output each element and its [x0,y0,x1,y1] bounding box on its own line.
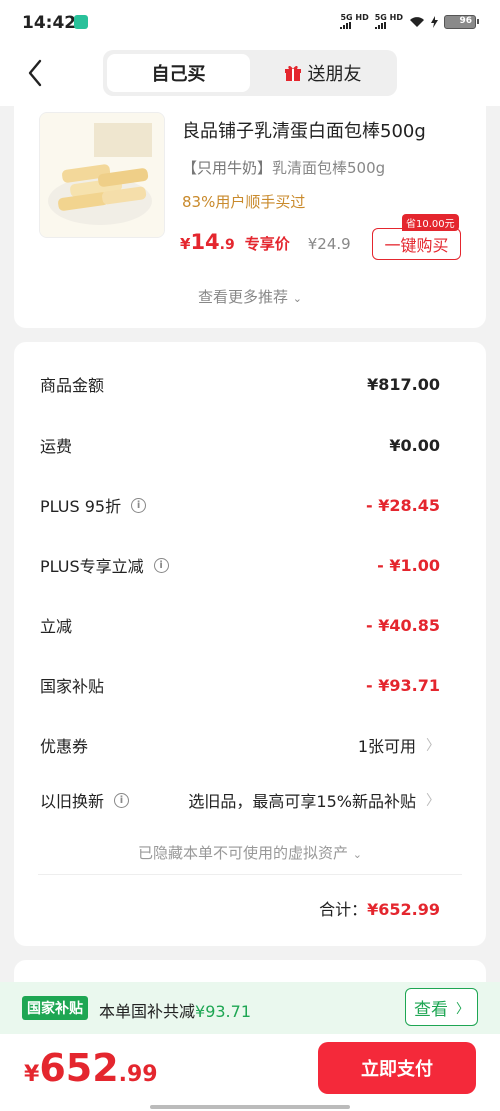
one-click-buy-button[interactable]: 一键购买 [372,228,461,260]
recommendation-card: 良品铺子乳清蛋白面包棒500g 【只用牛奶】乳清面包棒500g 83%用户顺手买… [14,100,486,328]
order-summary-card: 商品金额 ¥817.00 运费 ¥0.00 PLUS 95折 i - ¥28.4… [14,342,486,946]
summary-row-plus-reduction: PLUS专享立减 i - ¥1.00 [40,550,440,580]
wifi-icon [410,16,424,27]
home-indicator[interactable] [150,1105,350,1109]
product-price: ¥ 14 .9 专享价 ¥24.9 [180,230,351,254]
status-bar: 14:42 5G HD 5G HD 96 [0,0,500,46]
header: 自己买 送朋友 [0,46,500,106]
row-label: 国家补贴 [40,677,105,696]
payable-currency: ¥ [24,1062,40,1087]
chevron-right-icon: 〉 [455,1001,469,1017]
row-value: - ¥93.71 [366,675,440,695]
row-value: ¥817.00 [367,374,440,394]
product-title[interactable]: 良品铺子乳清蛋白面包棒500g [182,117,426,143]
row-label: PLUS 95折 [40,497,122,516]
summary-row-instant-reduction: 立减 - ¥40.85 [40,610,440,640]
row-value: - ¥28.45 [366,495,440,515]
payable-amount: ¥ 652 .99 [24,1046,158,1090]
more-recommendations-label: 查看更多推荐 [197,288,288,306]
order-total: 合计：¥652.99 [319,896,440,920]
row-value: 选旧品，最高可享15%新品补贴 [188,792,416,811]
hidden-assets-toggle[interactable]: 已隐藏本单不可使用的虚拟资产 ⌄ [14,842,486,863]
summary-row-plus-discount: PLUS 95折 i - ¥28.45 [40,490,440,520]
divider [38,874,462,875]
price-integer: 14 [190,230,220,254]
purchase-mode-switch: 自己买 送朋友 [103,50,397,96]
more-recommendations-link[interactable]: 查看更多推荐 ⌄ [14,286,486,307]
tab-gift-friend-label: 送朋友 [307,64,362,85]
row-label: 商品金额 [40,376,105,395]
price-decimal: .9 [219,237,235,253]
row-label: 优惠券 [40,737,89,756]
savings-badge: 省10.00元 [402,214,459,231]
row-value: 1张可用 [357,737,416,756]
payable-integer: 652 [39,1046,119,1090]
summary-row-national-subsidy: 国家补贴 - ¥93.71 [40,670,440,700]
product-buyers-rate: 83%用户顺手买过 [182,193,306,211]
row-label: 立减 [40,617,73,636]
gift-icon [284,65,301,81]
coupon-value: 1张可用 〉 [358,733,440,757]
national-subsidy-bar: 国家补贴 本单国补共减¥93.71 查看 〉 [0,982,500,1034]
summary-row-coupon[interactable]: 优惠券 1张可用 〉 [40,730,440,760]
checkout-bar: ¥ 652 .99 立即支付 [0,1034,500,1111]
price-currency: ¥ [180,235,191,253]
product-option-tag: 【只用牛奶】 [182,159,273,177]
row-label: PLUS专享立减 [40,557,144,576]
subsidy-amount: ¥93.71 [195,1002,251,1021]
total-amount: ¥652.99 [367,900,440,919]
network-label-2: 5G HD [374,13,403,22]
chevron-down-icon: ⌄ [352,848,362,861]
original-price: ¥24.9 [307,235,351,253]
hidden-assets-label: 已隐藏本单不可使用的虚拟资产 [137,844,348,862]
bread-stick-image [40,113,164,237]
tab-self-buy[interactable]: 自己买 [107,54,250,92]
subsidy-tag: 国家补贴 [22,996,88,1020]
chevron-down-icon: ⌄ [292,292,302,305]
signal-icon-2: 5G HD [374,13,403,29]
tab-self-buy-label: 自己买 [151,64,206,85]
chevron-right-icon: 〉 [426,738,440,754]
battery-icon: 96 [444,14,479,29]
subsidy-text: 本单国补共减¥93.71 [99,998,251,1022]
trade-in-value: 选旧品，最高可享15%新品补贴 〉 [188,788,440,812]
product-image[interactable] [39,112,165,238]
summary-row-goods: 商品金额 ¥817.00 [40,369,440,399]
info-icon[interactable]: i [114,792,130,808]
pay-now-button[interactable]: 立即支付 [318,1042,476,1094]
signal-icon-1: 5G HD [340,13,369,29]
row-label: 以旧换新 [40,792,105,811]
summary-row-shipping: 运费 ¥0.00 [40,430,440,460]
subsidy-text-label: 本单国补共减 [99,1002,196,1021]
back-arrow-icon[interactable] [24,58,48,88]
row-label-wrap: PLUS 95折 i [40,493,147,517]
summary-row-trade-in[interactable]: 以旧换新 i 选旧品，最高可享15%新品补贴 〉 [40,785,440,815]
total-label: 合计： [319,900,368,919]
row-value: ¥0.00 [389,435,440,455]
row-label-wrap: 以旧换新 i [40,788,130,812]
payable-decimal: .99 [118,1062,158,1087]
charging-icon [431,15,438,28]
info-icon[interactable]: i [153,557,169,573]
info-icon[interactable]: i [131,497,147,513]
tab-gift-friend[interactable]: 送朋友 [251,54,394,92]
view-subsidy-button[interactable]: 查看 〉 [405,988,478,1026]
status-icons: 5G HD 5G HD 96 [340,13,479,29]
product-option-text: 乳清面包棒500g [272,159,386,177]
app-notification-icon [74,15,88,29]
network-label-1: 5G HD [340,13,369,22]
row-value: - ¥40.85 [366,615,440,635]
price-tag: 专享价 [244,235,290,253]
row-label-wrap: PLUS专享立减 i [40,553,169,577]
row-label: 运费 [40,437,73,456]
chevron-right-icon: 〉 [426,793,440,809]
product-option: 【只用牛奶】乳清面包棒500g [182,157,385,178]
status-time: 14:42 [22,13,77,33]
view-subsidy-label: 查看 [413,999,448,1020]
row-value: - ¥1.00 [377,555,440,575]
